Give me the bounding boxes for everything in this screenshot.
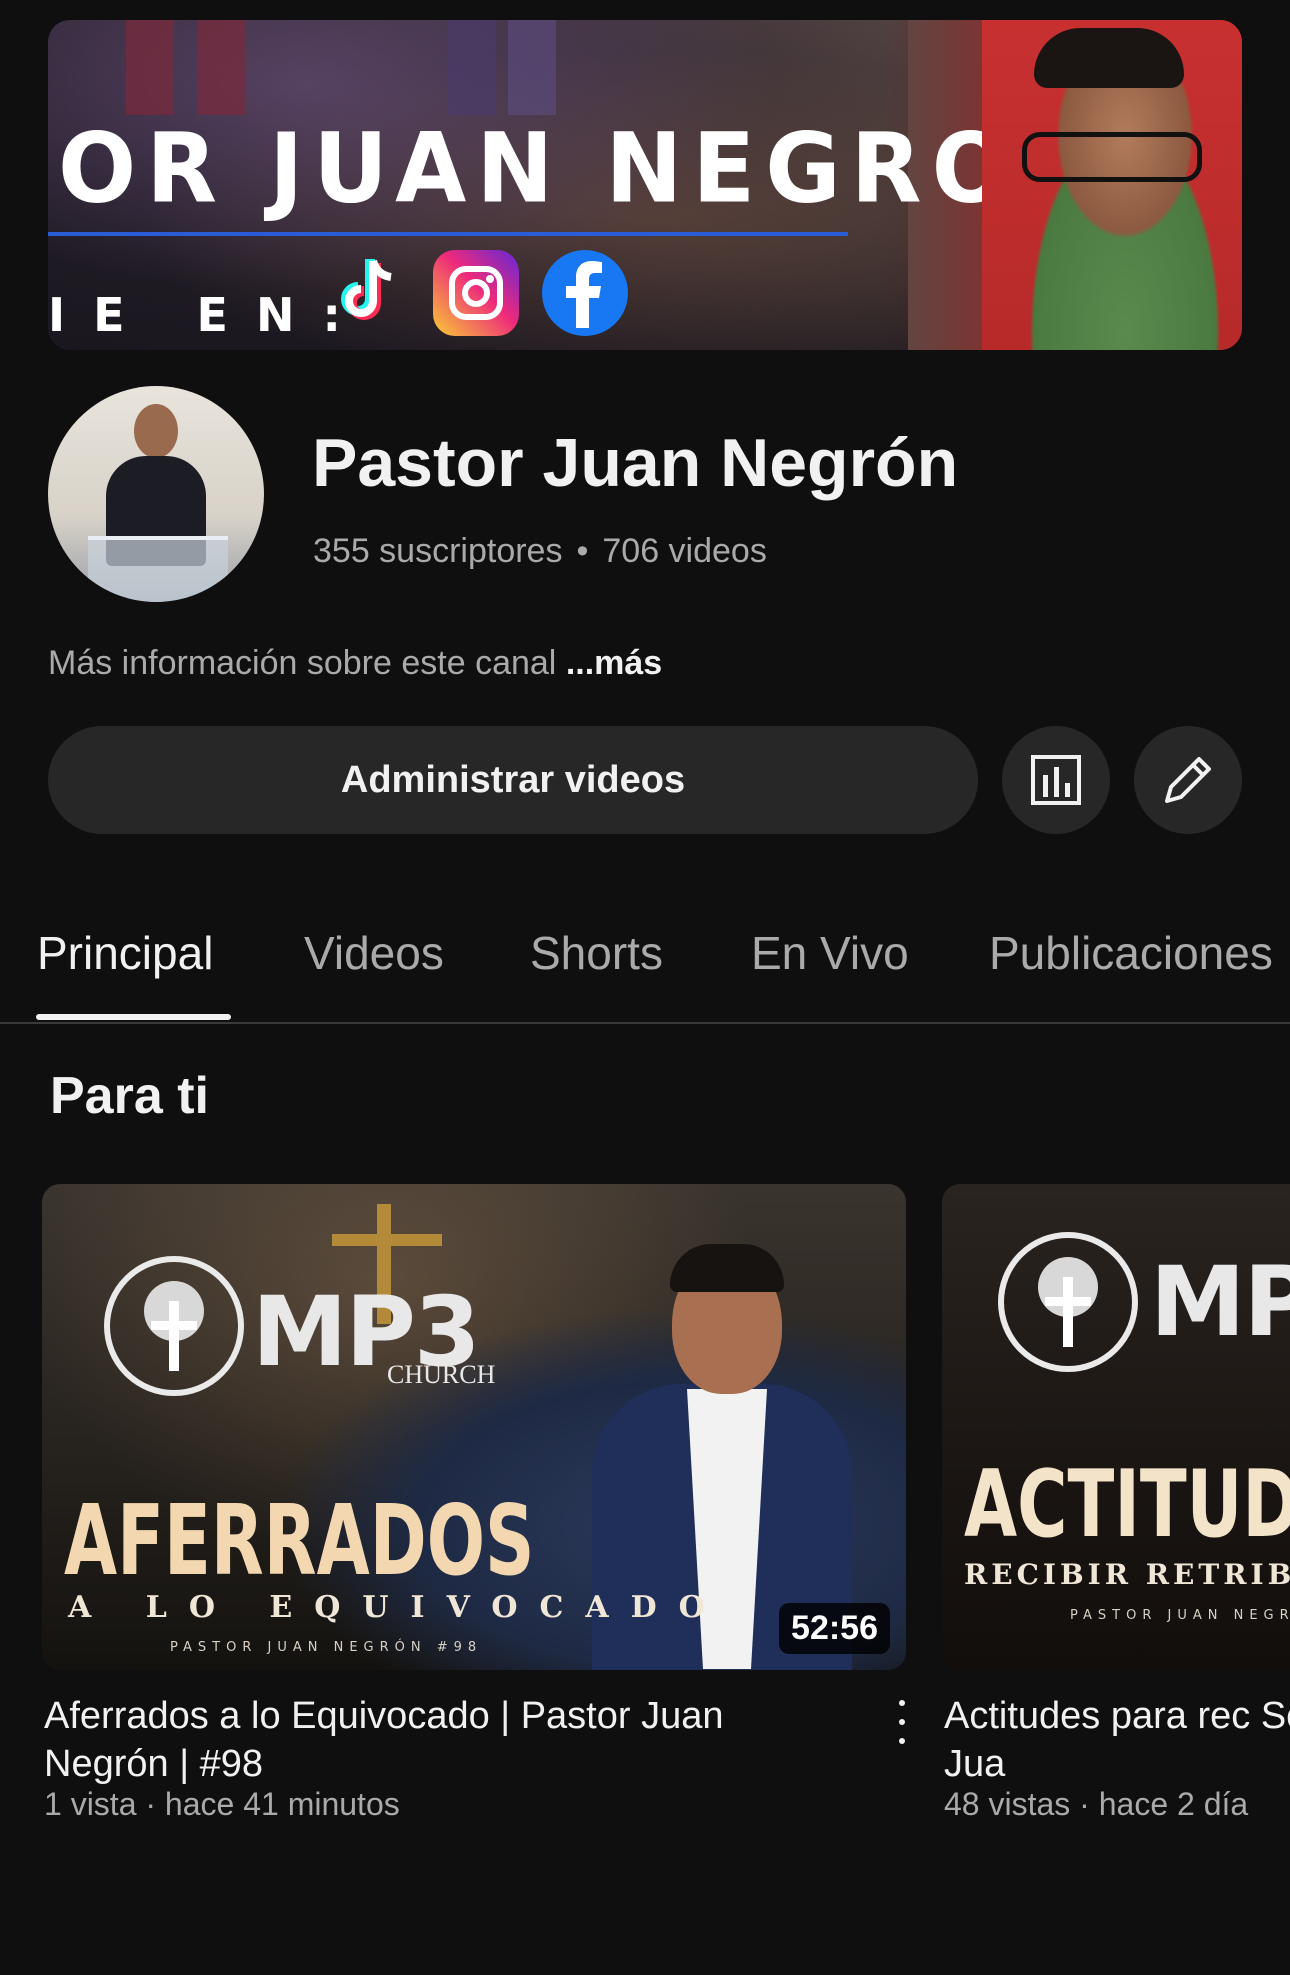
banner-flag xyxy=(448,20,496,115)
manage-videos-button[interactable]: Administrar videos xyxy=(48,726,978,834)
pencil-icon xyxy=(1165,757,1211,803)
banner-divider xyxy=(48,232,848,236)
banner-follow-text: IE EN: xyxy=(48,288,369,342)
channel-banner: OR JUAN NEGRON IE EN: xyxy=(48,20,1242,350)
more-link[interactable]: ...más xyxy=(566,644,662,682)
speaker-hair xyxy=(670,1244,784,1292)
video-count: 706 videos xyxy=(602,532,767,570)
thumbnail-title: ACTITUDES xyxy=(964,1450,1290,1559)
banner-title: OR JUAN NEGRON xyxy=(58,112,1107,225)
subscriber-count: 355 suscriptores xyxy=(313,532,563,570)
thumbnail-title: AFERRADOS xyxy=(64,1484,535,1598)
church-logo-icon xyxy=(104,1256,244,1396)
stats-separator: • xyxy=(576,532,589,570)
video-title[interactable]: Aferrados a lo Equivocado | Pastor Juan … xyxy=(44,1692,844,1788)
edit-button[interactable] xyxy=(1134,726,1242,834)
instagram-icon xyxy=(433,250,519,336)
banner-speaker-glasses xyxy=(1022,132,1202,182)
tab-en-vivo[interactable]: En Vivo xyxy=(751,926,909,980)
channel-description[interactable]: Más información sobre este canal ...más xyxy=(48,644,662,683)
banner-flag xyxy=(508,20,556,115)
banner-flag xyxy=(198,20,246,115)
more-options-icon[interactable] xyxy=(890,1700,914,1744)
active-tab-indicator xyxy=(36,1014,231,1020)
duration-badge: 52:56 xyxy=(779,1603,890,1654)
video-thumbnail[interactable]: MP ACTITUDES RECIBIR RETRIBUCION PASTOR … xyxy=(942,1184,1290,1670)
avatar-head xyxy=(134,404,178,458)
thumbnail-small-text: PASTOR JUAN NEGRÓ xyxy=(1070,1608,1290,1623)
video-meta: 1 vista · hace 41 minutos xyxy=(44,1786,400,1822)
channel-avatar[interactable] xyxy=(48,386,264,602)
thumbnail-subtitle: A LO EQUIVOCADO xyxy=(68,1590,727,1625)
thumbnail-logo-text: MP xyxy=(1150,1246,1290,1358)
analytics-icon xyxy=(1031,755,1081,805)
analytics-button[interactable] xyxy=(1002,726,1110,834)
tab-shorts[interactable]: Shorts xyxy=(530,926,663,980)
channel-description-text: Más información sobre este canal xyxy=(48,644,557,682)
thumbnail-logo-subtext: CHURCH xyxy=(387,1360,496,1389)
video-info-clip: Actitudes para rec Señor | Pastor Jua 48… xyxy=(942,1692,1290,1832)
banner-flag xyxy=(126,20,174,115)
channel-tabs: Principal Videos Shorts En Vivo Publicac… xyxy=(0,900,1290,1024)
channel-name: Pastor Juan Negrón xyxy=(312,425,959,501)
avatar-podium xyxy=(88,536,228,602)
tab-principal[interactable]: Principal xyxy=(37,926,213,980)
tab-videos[interactable]: Videos xyxy=(304,926,444,980)
banner-speaker-hair xyxy=(1034,28,1184,88)
tiktok-icon xyxy=(326,250,412,336)
tab-publicaciones[interactable]: Publicaciones xyxy=(989,926,1273,980)
video-title[interactable]: Actitudes para rec Señor | Pastor Jua xyxy=(944,1692,1290,1788)
church-logo-icon xyxy=(998,1232,1138,1372)
channel-stats: 355 suscriptores • 706 videos xyxy=(313,532,767,571)
video-thumbnail[interactable]: MP3 CHURCH AFERRADOS A LO EQUIVOCADO PAS… xyxy=(42,1184,906,1670)
section-title: Para ti xyxy=(50,1067,209,1125)
thumbnail-subtitle: RECIBIR RETRIBUCION xyxy=(964,1558,1290,1591)
background-cross-bar xyxy=(332,1234,442,1246)
facebook-icon xyxy=(542,250,628,336)
video-meta: 48 vistas · hace 2 día xyxy=(944,1786,1249,1822)
thumbnail-small-text: PASTOR JUAN NEGRÓN #98 xyxy=(170,1640,483,1655)
